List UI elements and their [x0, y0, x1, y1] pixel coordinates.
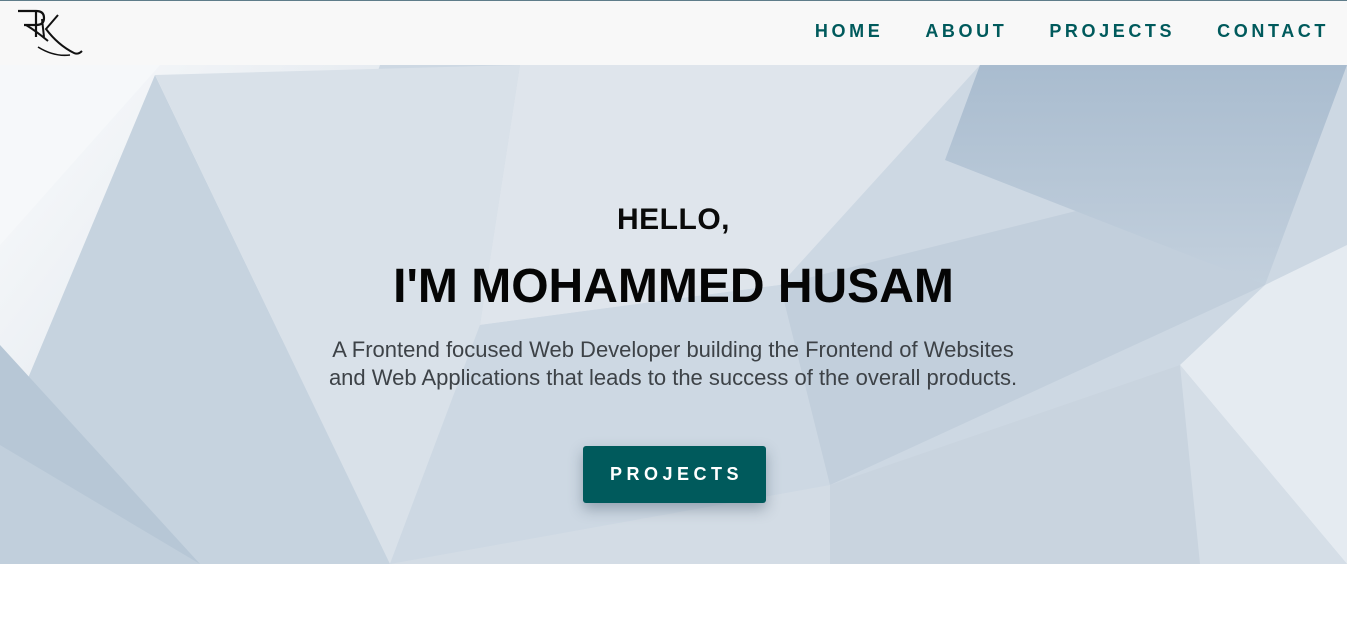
hero-greeting: HELLO,: [617, 203, 730, 236]
hero-section: HELLO, I'M MOHAMMED HUSAM A Frontend foc…: [0, 65, 1347, 564]
nav-link-contact[interactable]: CONTACT: [1217, 21, 1329, 42]
navbar: HOME ABOUT PROJECTS CONTACT: [0, 1, 1347, 65]
nav-link-home[interactable]: HOME: [815, 21, 883, 42]
hero-content: HELLO, I'M MOHAMMED HUSAM A Frontend foc…: [0, 65, 1347, 564]
hero-name-heading: I'M MOHAMMED HUSAM: [393, 260, 954, 313]
hero-tagline: A Frontend focused Web Developer buildin…: [328, 337, 1018, 390]
page-body: [0, 564, 1347, 626]
projects-button[interactable]: PROJECTS: [583, 446, 766, 503]
nav-menu: HOME ABOUT PROJECTS CONTACT: [773, 1, 1329, 61]
nav-link-about[interactable]: ABOUT: [925, 21, 1007, 42]
nav-link-projects[interactable]: PROJECTS: [1049, 21, 1175, 42]
logo-icon[interactable]: [14, 5, 84, 59]
